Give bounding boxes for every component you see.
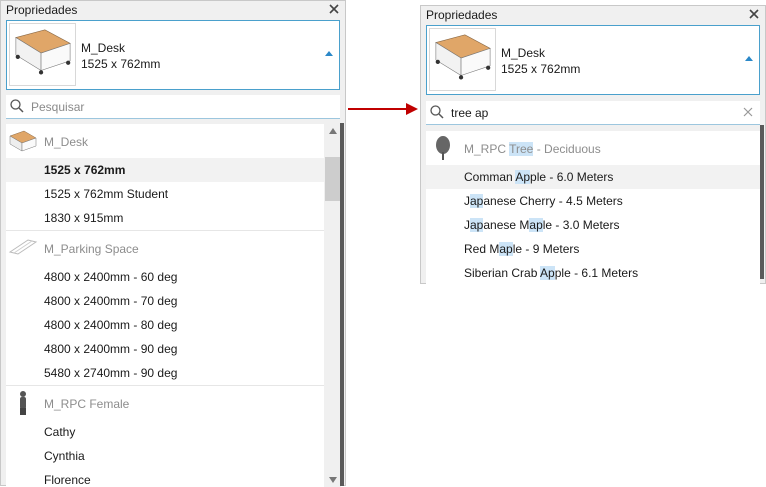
list-item[interactable]: 1525 x 762mm Student [6,182,324,206]
text-segment: le - 9 Meters [512,242,580,256]
list-item[interactable]: Cathy [6,420,324,444]
list-item[interactable]: Japanese Cherry - 4.5 Meters [426,189,760,213]
clear-search-icon[interactable] [742,106,754,118]
text-segment: Red M [464,242,500,256]
match-highlight: Tree [509,142,534,156]
list-item[interactable]: Comman Apple - 6.0 Meters [426,165,760,189]
panel-title: Propriedades [6,3,78,17]
text-segment: Comman [464,170,516,184]
dropdown-arrow-icon[interactable] [325,51,333,57]
match-highlight: ap [529,218,543,232]
arrow-right-icon [348,103,418,115]
panel-edge [760,125,764,279]
text-segment: anese M [483,218,530,232]
group-header: M_Desk [6,124,324,158]
list-item[interactable]: 4800 x 2400mm - 70 deg [6,289,324,313]
type-name: M_Desk [81,41,126,55]
list-item[interactable]: Red Maple - 9 Meters [426,237,760,261]
search-icon [10,99,24,113]
group-header: M_Parking Space [6,230,324,265]
scrollbar-thumb[interactable] [325,157,341,201]
text-segment: - Deciduous [533,142,601,156]
type-name: M_Desk [501,46,546,60]
titlebar: Propriedades [421,6,765,25]
list-item[interactable]: Siberian Crab Apple - 6.1 Meters [426,261,760,285]
type-selector[interactable]: M_Desk 1525 x 762mm [426,25,760,95]
scrollbar[interactable] [324,124,341,487]
text-segment: ple - 6.1 Meters [554,266,639,280]
search-results-list: M_RPC Tree - Deciduous Comman Apple - 6.0… [426,131,760,285]
scroll-down-icon[interactable] [329,477,337,483]
search-input[interactable] [451,105,738,121]
search-icon [430,105,444,119]
text-segment: Siberian Crab [464,266,541,280]
parking-space-icon [8,234,38,262]
match-highlight: ap [470,218,484,232]
type-selector[interactable]: M_Desk 1525 x 762mm [6,20,340,90]
text-segment: anese Cherry - 4.5 Meters [483,194,623,208]
tree-icon [428,134,458,162]
group-header: M_RPC Female [6,385,324,420]
type-size: 1525 x 762mm [501,62,581,76]
dropdown-arrow-icon[interactable] [745,56,753,62]
close-icon[interactable] [746,6,762,22]
desk-thumbnail-icon [9,23,76,86]
text-segment: M_RPC [464,142,510,156]
match-highlight: Ap [515,170,531,184]
properties-panel-right: Propriedades M_Desk 1525 x 762mm M_RPC T… [420,5,766,285]
group-label: M_Desk [44,135,89,149]
search-box[interactable] [426,101,760,125]
search-input[interactable] [31,99,318,115]
type-list: M_Desk 1525 x 762mm 1525 x 762mm Student 18… [6,124,324,487]
list-item[interactable]: 1525 x 762mm [6,158,324,182]
panel-edge [340,123,344,486]
person-icon [8,389,38,417]
titlebar: Propriedades [1,1,345,20]
list-item[interactable]: Cynthia [6,444,324,468]
text-segment: ple - 6.0 Meters [530,170,614,184]
group-label: M_RPC Tree - Deciduous [464,142,601,156]
panel-title: Propriedades [426,8,498,22]
group-label: M_Parking Space [44,242,139,256]
type-size: 1525 x 762mm [81,57,161,71]
list-item[interactable]: 1830 x 915mm [6,206,324,230]
scroll-up-icon[interactable] [329,128,337,134]
list-item[interactable]: 4800 x 2400mm - 90 deg [6,337,324,361]
group-label: M_RPC Female [44,397,130,411]
match-highlight: ap [470,194,484,208]
search-box[interactable] [6,95,340,119]
text-segment: le - 3.0 Meters [542,218,620,232]
list-item[interactable]: Florence [6,468,324,487]
list-item[interactable]: 5480 x 2740mm - 90 deg [6,361,324,385]
list-item[interactable]: Japanese Maple - 3.0 Meters [426,213,760,237]
desk-thumbnail-icon [429,28,496,91]
list-item[interactable]: 4800 x 2400mm - 60 deg [6,265,324,289]
properties-panel-left: Propriedades M_Desk 1525 x 762mm M_Desk 1… [0,0,346,487]
match-highlight: Ap [540,266,555,280]
group-header: M_RPC Tree - Deciduous [426,131,760,165]
list-item[interactable]: 4800 x 2400mm - 80 deg [6,313,324,337]
desk-icon [8,127,38,155]
match-highlight: ap [499,242,513,256]
close-icon[interactable] [326,1,342,17]
